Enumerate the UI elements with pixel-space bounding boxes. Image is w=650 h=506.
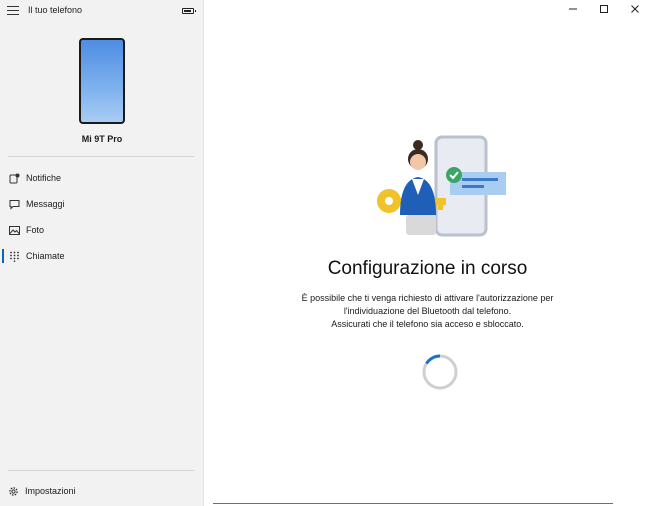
loading-spinner	[422, 354, 458, 390]
divider	[8, 156, 194, 157]
sidebar-item-label: Notifiche	[26, 173, 62, 183]
photo-icon	[9, 225, 20, 236]
gear-icon	[8, 486, 19, 497]
description-line: È possibile che ti venga richiesto di at…	[301, 293, 554, 303]
phone-image	[79, 38, 125, 124]
sidebar-nav: Notifiche Messaggi Foto Chiamate	[0, 165, 204, 269]
notification-icon	[9, 173, 20, 184]
sidebar-topbar: Il tuo telefono	[0, 0, 204, 22]
dialpad-icon	[9, 251, 20, 262]
page-title: Configurazione in corso	[327, 258, 528, 279]
main-content: Configurazione in corso È possibile che …	[205, 0, 650, 506]
sidebar-item-label: Messaggi	[26, 199, 65, 209]
divider	[8, 470, 194, 471]
message-icon	[9, 199, 20, 210]
description-line: l'individuazione del Bluetooth dal telef…	[343, 306, 512, 316]
app-window: Il tuo telefono Mi 9T Pro Notifiche Mess…	[0, 0, 650, 506]
setup-illustration	[377, 135, 506, 237]
hamburger-menu-icon[interactable]	[7, 6, 19, 16]
device-name: Mi 9T Pro	[81, 134, 123, 144]
app-title: Il tuo telefono	[28, 5, 83, 15]
sidebar-item-chiamate[interactable]: Chiamate	[0, 243, 204, 269]
settings-label: Impostazioni	[25, 486, 76, 496]
battery-icon	[182, 8, 196, 14]
sidebar-item-notifiche[interactable]: Notifiche	[0, 165, 204, 191]
sidebar: Il tuo telefono Mi 9T Pro Notifiche Mess…	[0, 0, 204, 506]
sidebar-item-label: Foto	[26, 225, 45, 235]
sidebar-item-messaggi[interactable]: Messaggi	[0, 191, 204, 217]
settings-button[interactable]: Impostazioni	[0, 480, 204, 502]
sidebar-item-foto[interactable]: Foto	[0, 217, 204, 243]
sidebar-item-label: Chiamate	[26, 251, 65, 261]
description-line: Assicurati che il telefono sia acceso e …	[331, 319, 524, 329]
progress-track	[213, 503, 613, 504]
setup-description: È possibile che ti venga richiesto di at…	[205, 292, 650, 331]
